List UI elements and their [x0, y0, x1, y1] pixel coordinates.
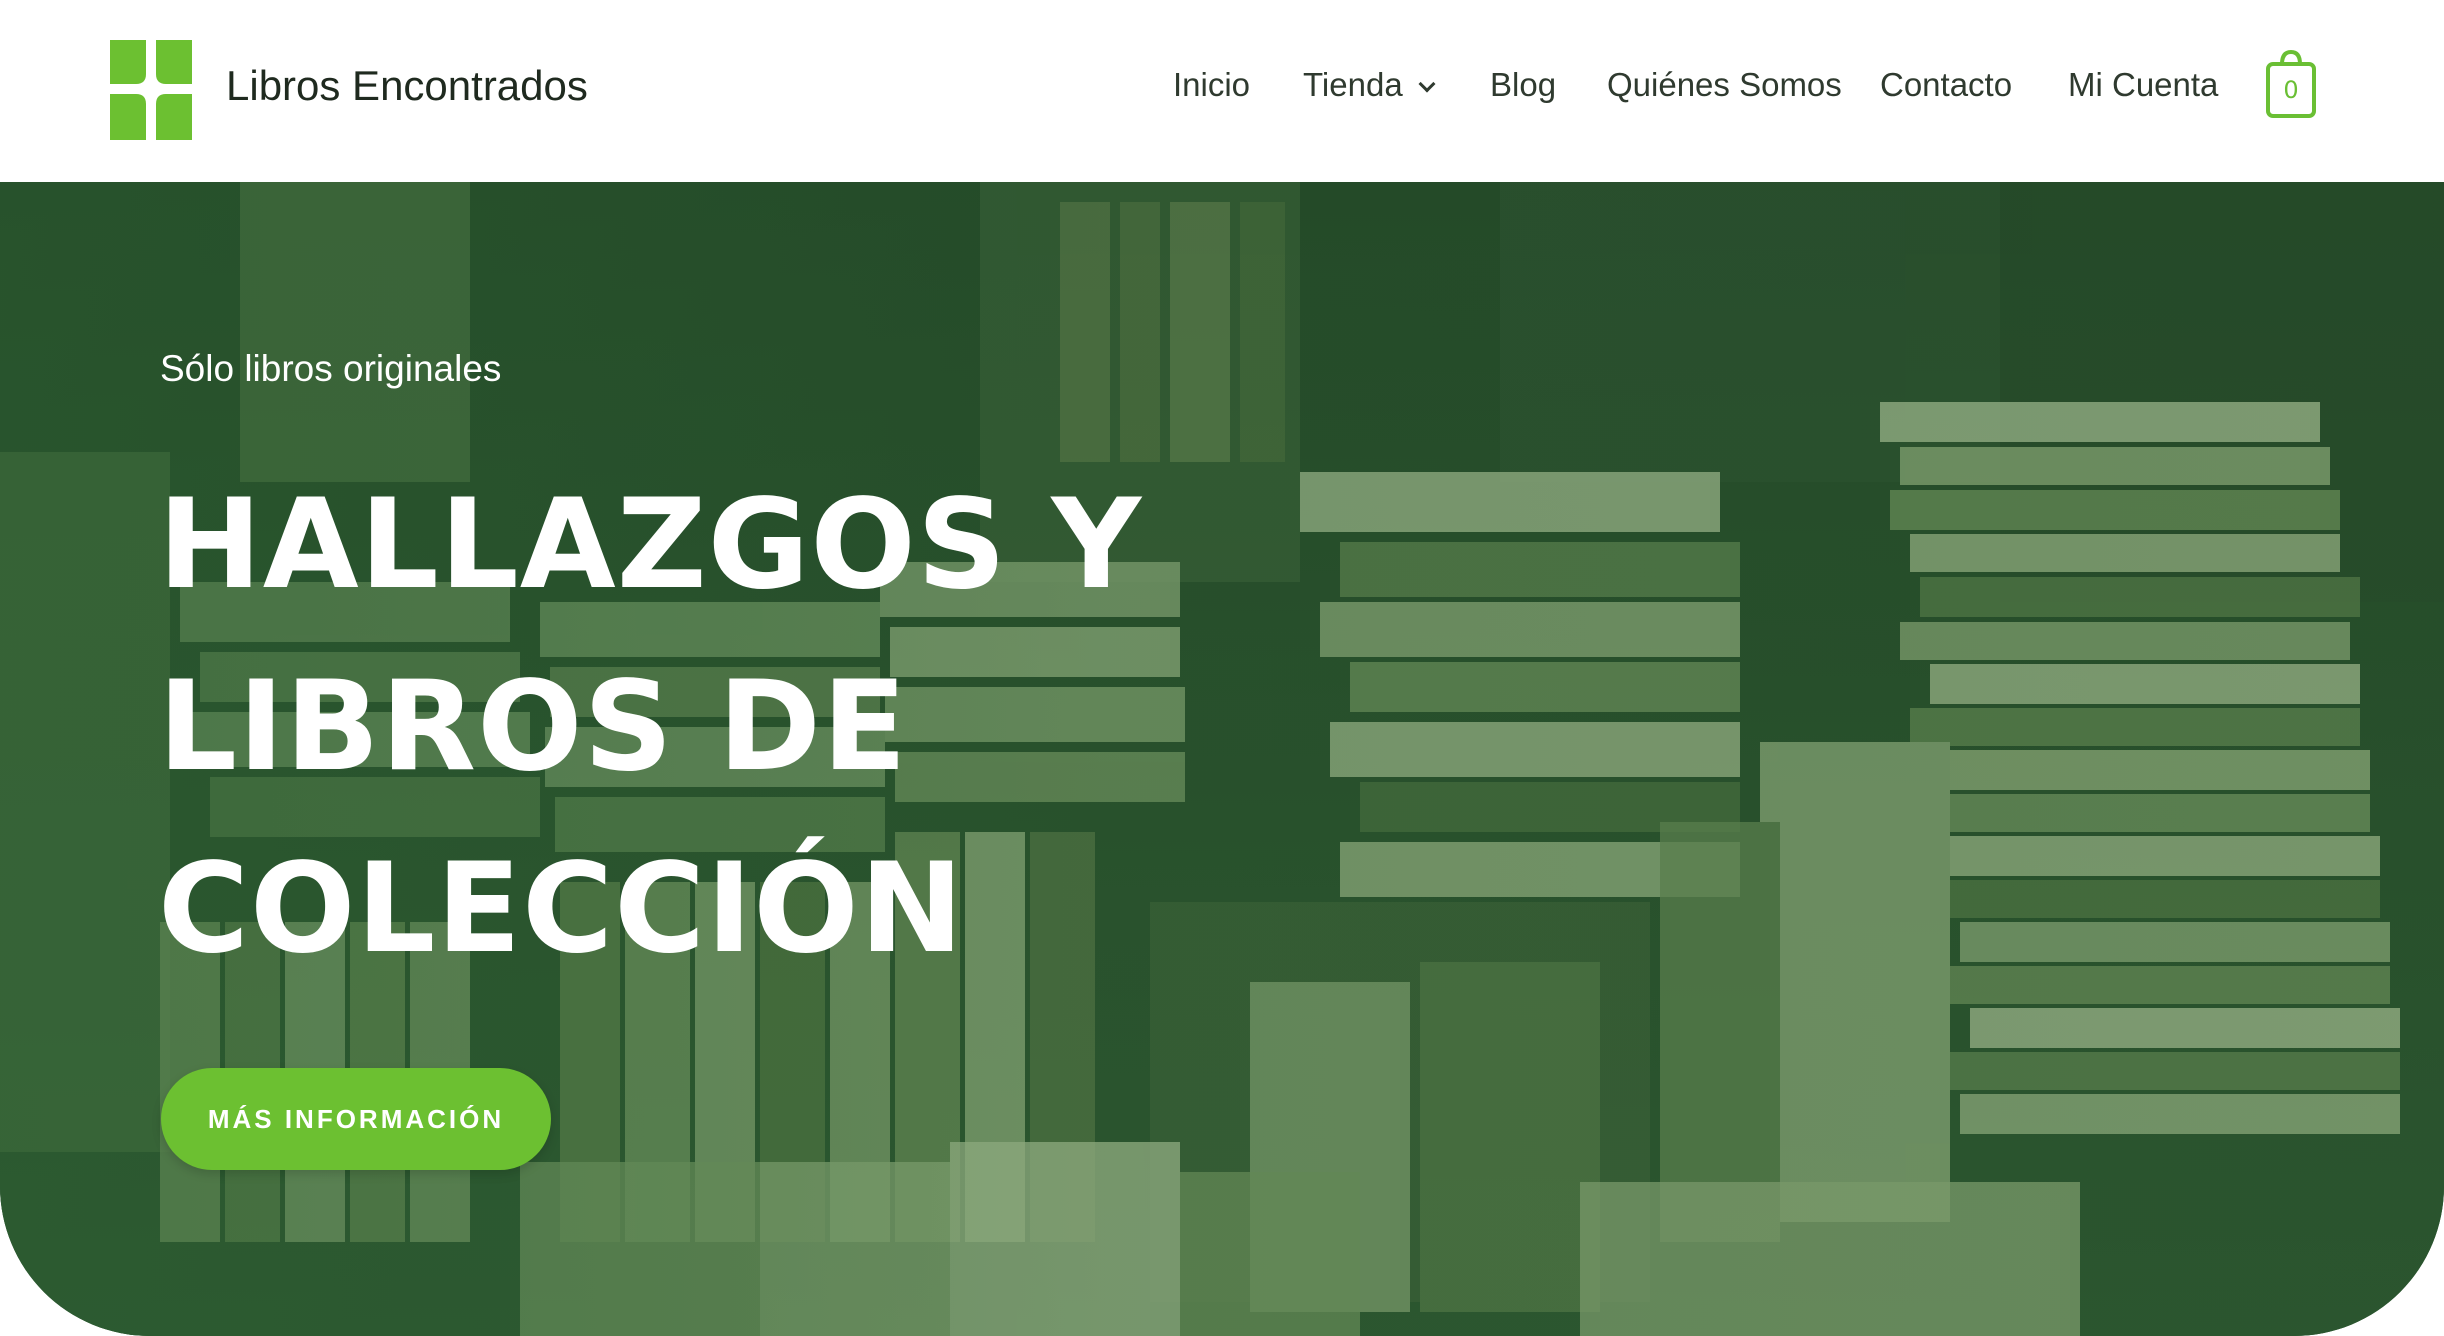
- hero-headline-line: HALLAZGOS Y: [158, 473, 1143, 617]
- nav-item-quienes-somos[interactable]: Quiénes Somos: [1607, 66, 1842, 104]
- more-info-button[interactable]: MÁS INFORMACIÓN: [161, 1068, 551, 1170]
- hero-tagline: Sólo libros originales: [160, 348, 502, 389]
- chevron-down-icon: [1418, 75, 1436, 93]
- nav-item-inicio[interactable]: Inicio: [1173, 66, 1250, 104]
- nav-item-contacto[interactable]: Contacto: [1880, 66, 2012, 104]
- cart-count-badge: 0: [2283, 76, 2299, 104]
- nav-item-tienda[interactable]: Tienda: [1303, 66, 1436, 104]
- hero-section: Sólo libros originales HALLAZGOS Y LIBRO…: [0, 182, 2444, 1336]
- site-title[interactable]: Libros Encontrados: [226, 62, 588, 110]
- site-logo-icon[interactable]: [106, 36, 196, 144]
- hero-headline-line: COLECCIÓN: [158, 837, 965, 981]
- nav-item-mi-cuenta[interactable]: Mi Cuenta: [2068, 66, 2218, 104]
- nav-item-tienda-label: Tienda: [1303, 66, 1403, 103]
- cart-button[interactable]: 0: [2265, 49, 2317, 120]
- site-header: Libros Encontrados Inicio Tienda Blog Qu…: [0, 0, 2444, 182]
- hero-headline: HALLAZGOS Y LIBROS DE COLECCIÓN: [158, 454, 1143, 1000]
- hero-headline-line: LIBROS DE: [158, 655, 908, 799]
- nav-item-blog[interactable]: Blog: [1490, 66, 1556, 104]
